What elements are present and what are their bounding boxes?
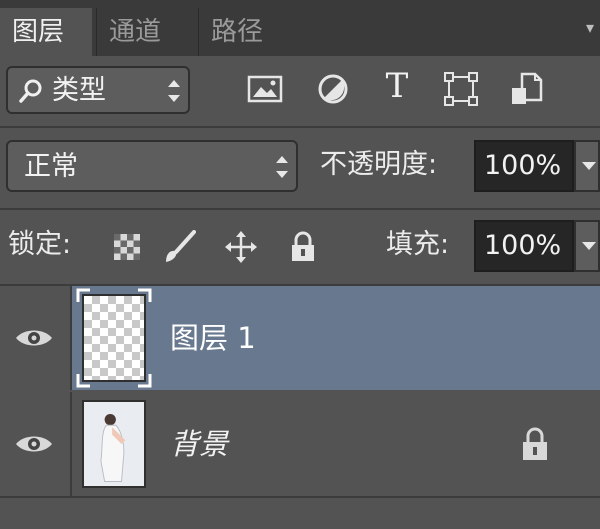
filter-kind-label: 类型 [52, 75, 106, 106]
lock-label: 锁定: [8, 229, 72, 260]
eye-icon [16, 330, 52, 346]
lock-icon[interactable] [520, 426, 550, 462]
updown-arrows-icon [276, 154, 290, 180]
blend-row: 正常 不透明度: 100% [0, 130, 600, 208]
image-filter-icon[interactable] [246, 70, 284, 108]
updown-arrows-icon [168, 78, 182, 104]
lock-transparent-pixels-icon[interactable] [110, 230, 144, 264]
tab-channels[interactable]: 通道 [96, 8, 196, 56]
filter-kind-select[interactable]: 类型 [6, 66, 190, 114]
shape-filter-icon[interactable] [442, 70, 480, 108]
lock-all-icon[interactable] [286, 230, 320, 264]
visibility-toggle[interactable] [0, 286, 72, 390]
text-filter-icon[interactable]: T [378, 64, 416, 106]
layer-name[interactable]: 图层 1 [170, 318, 256, 358]
search-icon [19, 79, 42, 103]
filter-row: 类型 T [0, 56, 600, 128]
blend-mode-value: 正常 [24, 151, 78, 182]
tab-layers[interactable]: 图层 [0, 8, 92, 56]
tab-paths[interactable]: 路径 [198, 8, 298, 56]
layer-thumbnail[interactable] [82, 400, 146, 488]
opacity-input[interactable]: 100% [474, 140, 574, 192]
fill-label: 填充: [386, 229, 450, 260]
layer-row[interactable]: 图层 1 [0, 286, 600, 390]
panel-tab-bar: 图层 通道 路径 ▾ [0, 0, 600, 56]
lock-row: 锁定: 填充: 100% [0, 212, 600, 282]
layers-list: 图层 1 背景 [0, 286, 600, 529]
eye-icon [16, 436, 52, 452]
opacity-dropdown-button[interactable] [574, 140, 600, 192]
divider [0, 496, 600, 498]
visibility-toggle[interactable] [0, 392, 72, 496]
lock-image-pixels-brush-icon[interactable] [162, 230, 196, 264]
panel-menu-icon[interactable]: ▾ [586, 18, 594, 37]
divider [0, 126, 600, 128]
layer-name[interactable]: 背景 [170, 424, 228, 464]
fill-input[interactable]: 100% [474, 220, 574, 272]
fill-dropdown-button[interactable] [574, 220, 600, 272]
smart-object-filter-icon[interactable] [508, 70, 546, 108]
lock-position-move-icon[interactable] [224, 230, 258, 264]
layer-row[interactable]: 背景 [0, 392, 600, 496]
blend-mode-select[interactable]: 正常 [6, 140, 298, 192]
divider [0, 208, 600, 210]
adjustment-filter-icon[interactable] [314, 70, 352, 108]
selected-thumbnail-brackets [76, 288, 152, 388]
opacity-label: 不透明度: [320, 149, 438, 180]
